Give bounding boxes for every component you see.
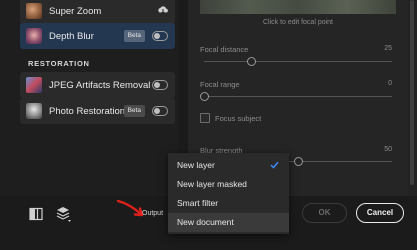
jpeg-artifacts-thumbnail [26,77,42,93]
filter-item-photo-restoration[interactable]: Photo Restoration Beta [20,98,175,124]
depth-blur-toggle[interactable] [152,31,168,41]
focus-subject-checkbox[interactable] [200,113,210,123]
menu-item-smart-filter[interactable]: Smart filter [168,194,289,213]
checkmark-icon [270,161,279,169]
section-header-restoration: RESTORATION [28,59,90,68]
filter-label: JPEG Artifacts Removal [49,79,151,91]
filter-item-depth-blur[interactable]: Depth Blur Beta [20,23,175,49]
ok-button[interactable]: OK [302,203,347,223]
depth-blur-thumbnail [26,28,42,44]
menu-item-label: Smart filter [177,198,219,208]
filter-label: Photo Restoration [49,105,126,117]
menu-item-new-document[interactable]: New document [168,213,289,232]
blur-strength-slider-thumb[interactable] [293,157,303,166]
focal-distance-slider-thumb[interactable] [246,57,256,66]
menu-item-label: New layer masked [177,179,247,189]
output-menu: New layer New layer masked Smart filter … [168,153,289,234]
super-zoom-thumbnail [26,3,42,19]
photo-restoration-toggle[interactable] [152,106,168,116]
focal-distance-track[interactable] [204,61,392,62]
jpeg-artifacts-toggle[interactable] [152,80,168,90]
scrollbar-thumb[interactable] [410,0,414,185]
focus-subject-label: Focus subject [215,114,262,123]
filter-item-super-zoom[interactable]: Super Zoom [20,0,175,24]
cancel-button[interactable]: Cancel [356,203,404,223]
menu-item-new-layer-masked[interactable]: New layer masked [168,175,289,194]
layers-icon[interactable] [55,205,73,223]
beta-badge: Beta [123,30,145,42]
filter-label: Depth Blur [49,30,94,42]
focal-range-label: Focal range [200,80,240,89]
cloud-download-icon[interactable] [157,4,169,16]
menu-item-label: New layer [177,160,215,170]
focal-distance-value: 25 [384,45,392,52]
focal-range-slider-thumb[interactable] [199,92,209,101]
photo-restoration-thumbnail [26,103,42,119]
filters-panel: Super Zoom Depth Blur Beta RESTORATION J… [0,0,178,196]
menu-item-label: New document [177,217,234,227]
blur-strength-value: 50 [384,146,392,153]
focal-range-value: 0 [388,80,392,87]
preview-image[interactable] [200,0,396,14]
focal-range-track[interactable] [204,96,392,97]
output-label[interactable]: Output [142,210,163,217]
compare-view-icon[interactable] [28,206,44,222]
filter-label: Super Zoom [49,5,102,17]
beta-badge: Beta [123,105,145,117]
focal-distance-label: Focal distance [200,45,249,54]
menu-item-new-layer[interactable]: New layer [168,156,289,175]
filter-item-jpeg-artifacts-removal[interactable]: JPEG Artifacts Removal [20,72,175,98]
preview-caption: Click to edit focal point [262,19,334,26]
